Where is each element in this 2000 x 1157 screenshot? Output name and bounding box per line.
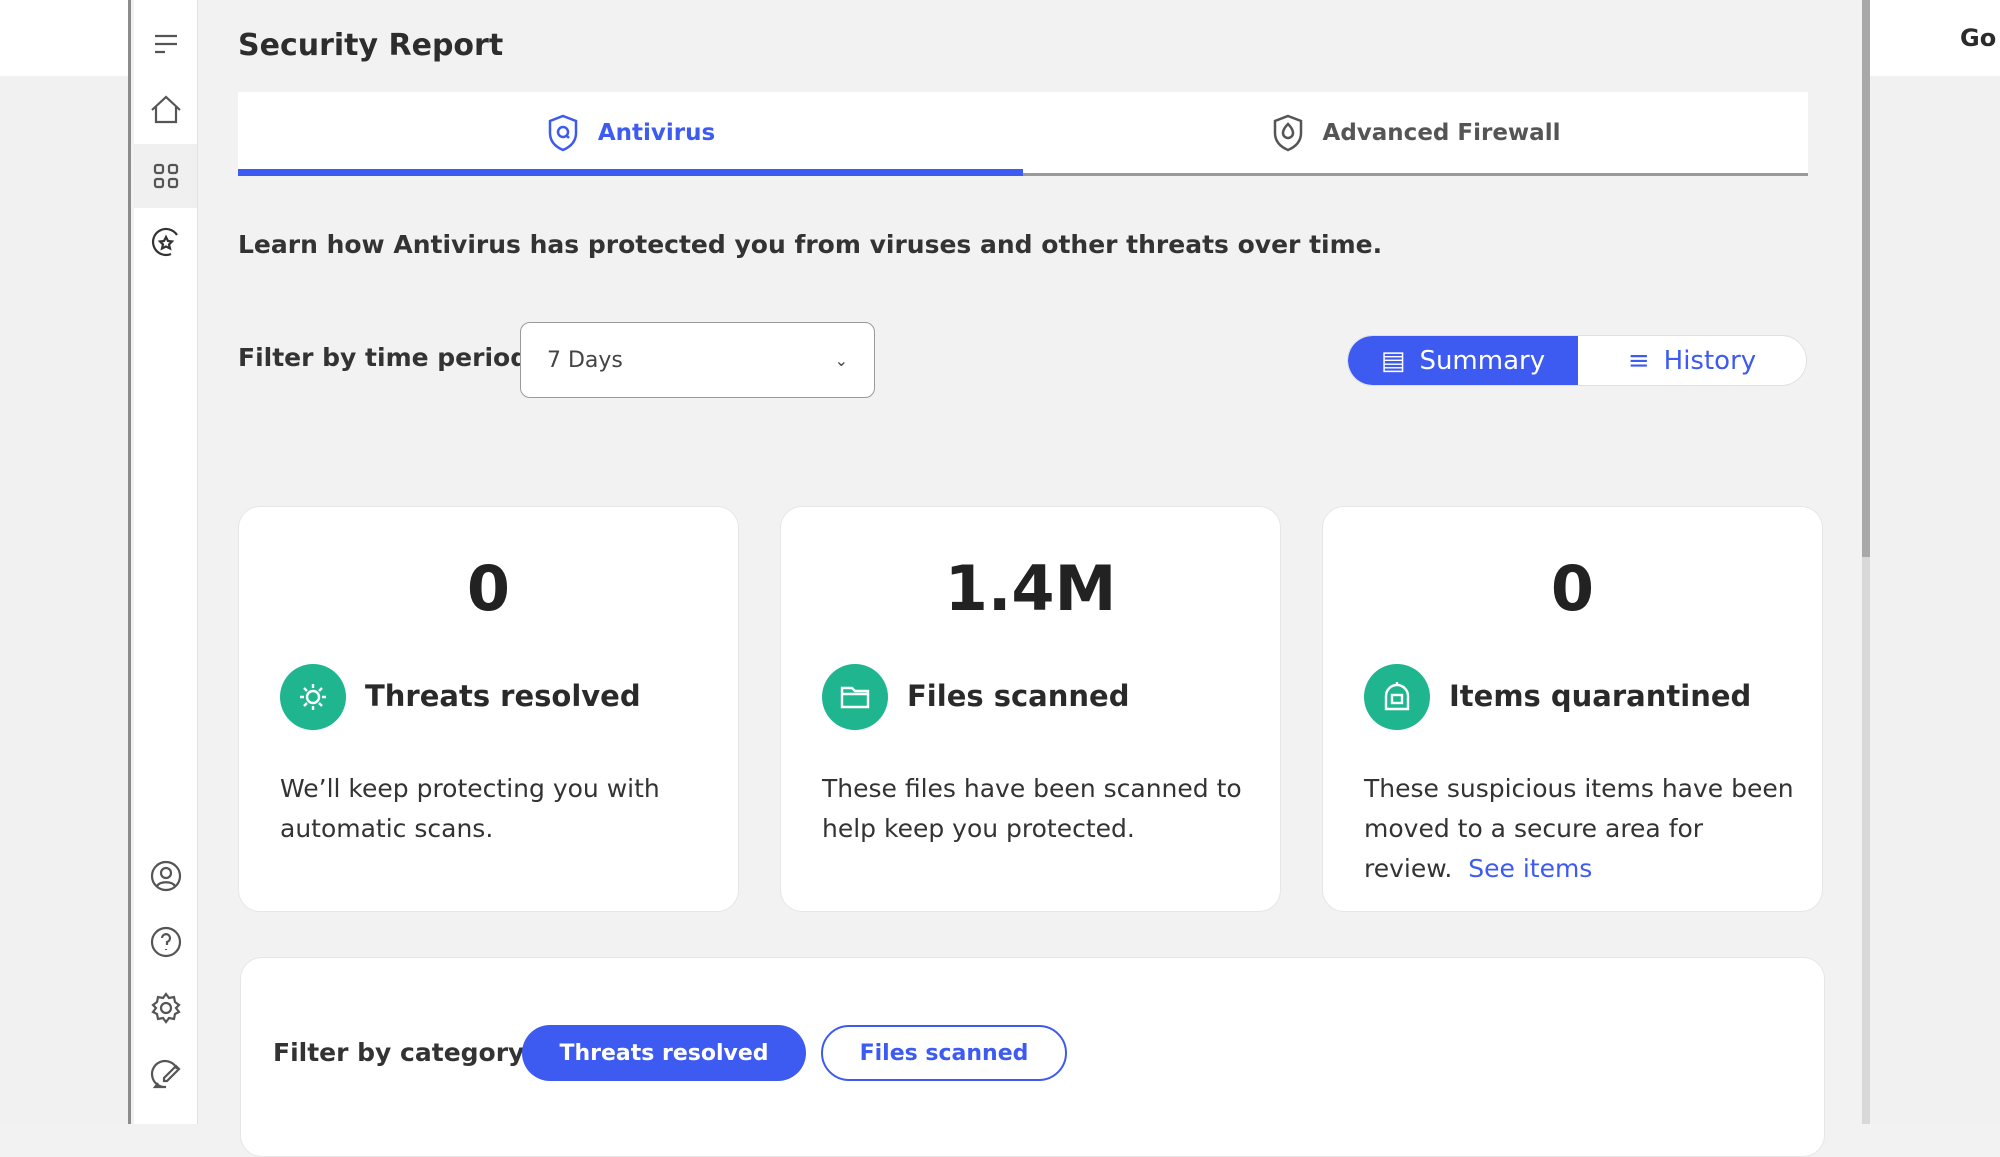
card-label: Threats resolved bbox=[365, 679, 641, 713]
report-icon: ▤ bbox=[1381, 346, 1406, 376]
sidebar-item-settings[interactable] bbox=[134, 976, 197, 1040]
category-filter-label: Filter by category bbox=[273, 1038, 524, 1067]
tab-antivirus[interactable]: Antivirus bbox=[238, 92, 1023, 173]
time-period-dropdown[interactable]: 7 Days ⌄ bbox=[520, 322, 875, 398]
right-window-pane: Go t bbox=[1870, 0, 2000, 1124]
antivirus-shield-icon bbox=[546, 114, 580, 152]
chevron-down-icon: ⌄ bbox=[835, 351, 848, 370]
account-icon bbox=[147, 857, 185, 895]
page-title: Security Report bbox=[238, 28, 503, 63]
card-label: Files scanned bbox=[907, 679, 1129, 713]
shield-star-icon bbox=[147, 223, 185, 261]
sidebar-item-home[interactable] bbox=[134, 78, 197, 142]
time-filter-label: Filter by time period bbox=[238, 343, 528, 372]
list-icon: ≡ bbox=[1628, 346, 1650, 376]
category-files-scanned[interactable]: Files scanned bbox=[821, 1025, 1067, 1081]
help-icon bbox=[147, 923, 185, 961]
threats-resolved-card: 0 Threats resolved We’ll keep protecting… bbox=[238, 506, 739, 912]
grid-icon bbox=[147, 157, 185, 195]
view-toggle: ▤ Summary ≡ History bbox=[1347, 335, 1807, 386]
main-content: Security Report Antivirus Advanced Firew… bbox=[198, 0, 1862, 1124]
card-value: 1.4M bbox=[781, 552, 1280, 625]
summary-button[interactable]: ▤ Summary bbox=[1348, 336, 1578, 385]
tab-label: Advanced Firewall bbox=[1323, 120, 1561, 146]
tab-label: Antivirus bbox=[598, 120, 715, 146]
card-text: These files have been scanned to help ke… bbox=[822, 769, 1262, 849]
category-section: Filter by category Threats resolved File… bbox=[240, 957, 1825, 1157]
scrollbar[interactable] bbox=[1862, 0, 1870, 1124]
sidebar-item-help[interactable] bbox=[134, 910, 197, 974]
quarantine-icon bbox=[1364, 664, 1430, 730]
firewall-shield-icon bbox=[1271, 114, 1305, 152]
scrollbar-thumb[interactable] bbox=[1862, 0, 1870, 557]
card-text: We’ll keep protecting you with automatic… bbox=[280, 769, 720, 849]
sidebar-item-protection[interactable] bbox=[134, 210, 197, 274]
card-value: 0 bbox=[239, 552, 738, 625]
items-quarantined-card: 0 Items quarantined These suspicious ite… bbox=[1322, 506, 1823, 912]
dropdown-value: 7 Days bbox=[547, 348, 623, 373]
tab-advanced-firewall[interactable]: Advanced Firewall bbox=[1023, 92, 1808, 173]
right-pane-text: Go t bbox=[1870, 0, 2000, 76]
card-text: These suspicious items have been moved t… bbox=[1364, 769, 1804, 889]
menu-icon bbox=[147, 25, 185, 63]
folder-icon bbox=[822, 664, 888, 730]
home-icon bbox=[147, 91, 185, 129]
feedback-icon bbox=[147, 1055, 185, 1093]
gear-icon bbox=[147, 989, 185, 1027]
sidebar-item-feedback[interactable] bbox=[134, 1042, 197, 1106]
sidebar-item-account[interactable] bbox=[134, 844, 197, 908]
tab-bar: Antivirus Advanced Firewall bbox=[238, 92, 1808, 176]
left-pane-header bbox=[0, 0, 128, 76]
card-label: Items quarantined bbox=[1449, 679, 1751, 713]
menu-button[interactable] bbox=[134, 12, 197, 76]
see-items-link[interactable]: See items bbox=[1468, 854, 1592, 883]
history-label: History bbox=[1664, 346, 1757, 376]
files-scanned-card: 1.4M Files scanned These files have been… bbox=[780, 506, 1281, 912]
gear-icon bbox=[280, 664, 346, 730]
sidebar-item-apps[interactable] bbox=[134, 144, 197, 208]
card-value: 0 bbox=[1323, 552, 1822, 625]
category-threats-resolved[interactable]: Threats resolved bbox=[522, 1025, 806, 1081]
sidebar bbox=[134, 0, 198, 1124]
summary-label: Summary bbox=[1419, 346, 1545, 376]
page-description: Learn how Antivirus has protected you fr… bbox=[238, 230, 1382, 259]
history-button[interactable]: ≡ History bbox=[1578, 336, 1806, 385]
left-window-pane bbox=[0, 0, 131, 1124]
